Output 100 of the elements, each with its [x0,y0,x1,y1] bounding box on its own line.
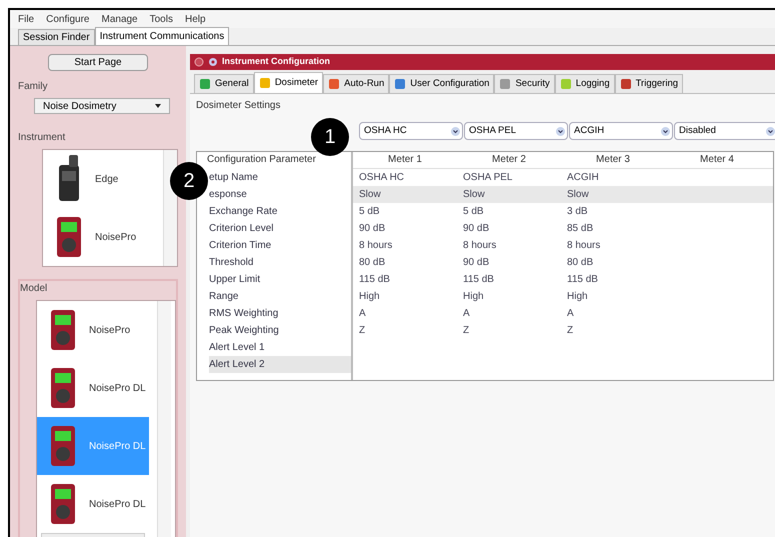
table-cell-text: 8 hours [462,239,498,253]
column-header: Configuration Parameter [206,153,317,167]
device-name: NoisePro [95,230,136,244]
meter-dropdown[interactable]: OSHA PEL [464,122,568,140]
device-list-item[interactable]: NoisePro DL [37,359,149,417]
chevron-icon [766,126,775,136]
device-list-item[interactable]: NoisePro DL [37,475,149,533]
meter-dropdown[interactable]: OSHA HC [359,122,463,140]
circle-icon [194,57,204,67]
tab-icon [199,78,211,90]
vertical-scrollbar[interactable] [163,150,177,266]
table-row[interactable]: 8 hours 8 hours 8 hours [353,237,773,254]
device-list-item[interactable]: Edge [43,150,155,208]
table-row[interactable]: Slow Slow Slow [353,186,773,203]
column-header: Meter 4 [699,153,735,167]
parameter-cell[interactable]: Upper Limit [209,271,351,288]
table-row[interactable]: Z Z Z [353,322,773,339]
table-cell-text: 3 dB [566,205,589,219]
start-page-button[interactable]: Start Page [48,54,148,71]
table-row[interactable]: A A A [353,305,773,322]
table-cell-text: 8 hours [358,239,394,253]
vertical-scrollbar[interactable] [157,301,171,537]
tab[interactable]: Instrument Communications [94,27,230,45]
model-label: Model [20,282,48,296]
family-label: Family [18,80,48,94]
parameter-cell[interactable]: RMS Weighting [209,305,351,322]
table-row[interactable]: OSHA HC OSHA PEL ACGIH [353,169,773,186]
caret-icon [155,104,161,108]
menu-item[interactable]: Manage [101,12,138,26]
table-cell-text: 85 dB [566,222,594,236]
tab-icon [620,78,632,90]
parameter-cell[interactable]: Criterion Time [209,237,351,254]
tab-icon [499,78,512,90]
tab[interactable]: User Configuration [389,74,494,93]
menu-item[interactable]: File [18,12,34,26]
table-cell-text: 115 dB [566,273,599,287]
table-cell-text: High [358,290,381,304]
parameter-cell[interactable]: etup Name [209,169,351,186]
tab-icon [394,78,406,90]
menu-item[interactable]: Tools [150,12,173,26]
table-row[interactable]: 5 dB 5 dB 3 dB [353,203,773,220]
tab[interactable]: Dosimeter [254,72,324,93]
table-cell-text: A [462,307,471,321]
device-list-item[interactable]: NoisePro [43,208,155,266]
parameter-cell[interactable]: Alert Level 2 [209,356,351,373]
table-cell-text: 80 dB [566,256,594,270]
tab-icon [560,78,572,90]
table-cell-text: High [462,290,485,304]
tab[interactable]: Triggering [614,74,684,93]
chevron-icon [451,126,460,136]
tab-icon [328,78,340,90]
parameter-cell[interactable]: Criterion Level [209,220,351,237]
table-row[interactable]: 90 dB 90 dB 85 dB [353,220,773,237]
table-cell-text: 5 dB [462,205,485,219]
device-name: NoisePro DL [89,382,146,396]
table-row[interactable]: 80 dB 90 dB 80 dB [353,254,773,271]
table-cell-text: A [566,307,575,321]
tab[interactable]: Session Finder [18,29,95,45]
tab[interactable]: General [194,74,254,93]
table-cell-text: 8 hours [566,239,602,253]
tab[interactable]: Auto-Run [323,74,390,93]
parameter-cell[interactable]: esponse [209,186,351,203]
parameter-cell[interactable]: Exchange Rate [209,203,351,220]
instrument-label: Instrument [18,131,66,145]
column-header: Meter 3 [595,153,631,167]
table-cell-text: Slow [462,188,486,202]
tab-icon [258,77,271,89]
table-cell-text: A [358,307,367,321]
parameter-cell[interactable]: Alert Level 1 [209,339,351,356]
device-name: Edge [95,172,118,186]
meter-dropdown[interactable]: Disabled [674,122,775,140]
meter-dropdown[interactable]: ACGIH [569,122,673,140]
family-dropdown[interactable]: Noise Dosimetry [34,98,170,114]
table-cell-text: Z [358,324,366,338]
table-cell-text: High [566,290,589,304]
device-icon [49,366,77,410]
menu-item[interactable]: Configure [46,12,90,26]
gear-icon [208,57,218,67]
tab[interactable]: Logging [554,74,615,93]
table-cell-text: 115 dB [462,273,495,287]
parameter-cell[interactable]: Range [209,288,351,305]
table-row[interactable]: 115 dB 115 dB 115 dB [353,271,773,288]
parameter-cell[interactable]: Threshold [209,254,351,271]
chevron-icon [661,126,670,136]
table-cell-text: 80 dB [358,256,386,270]
device-name: NoisePro DL [89,440,146,454]
device-list-item[interactable]: NoisePro [37,301,149,359]
column-header: Meter 2 [491,153,527,167]
device-icon [49,424,77,468]
table-row[interactable]: High High High [353,288,773,305]
table-cell-text: 90 dB [462,222,490,236]
table-cell-text: 90 dB [462,256,490,270]
table-cell-text: OSHA HC [358,171,406,185]
section-title: Dosimeter Settings [196,99,282,113]
parameter-cell[interactable]: Peak Weighting [209,322,351,339]
tab[interactable]: Security [494,74,555,93]
chevron-icon [556,126,565,136]
table-cell-text: Slow [358,188,382,202]
menu-item[interactable]: Help [184,12,206,26]
table-cell-text: OSHA PEL [462,171,514,185]
